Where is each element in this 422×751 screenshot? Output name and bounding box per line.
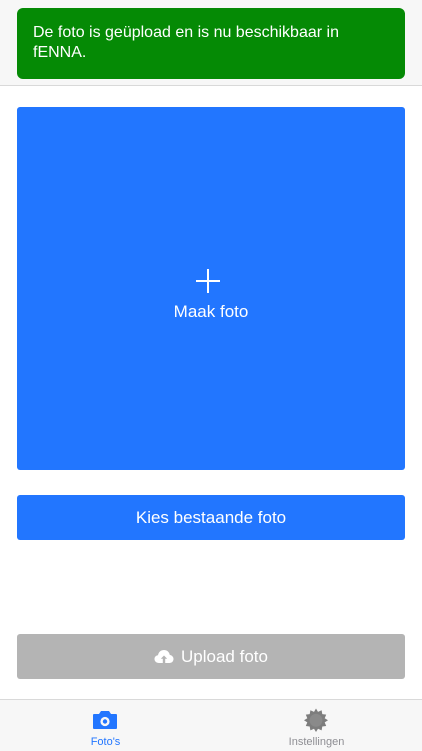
toast-message: De foto is geüpload en is nu beschikbaar… [33,24,339,61]
choose-existing-photo-label: Kies bestaande foto [135,507,287,527]
take-photo-label: Maak foto [173,302,249,321]
camera-icon [93,711,117,729]
tab-photos[interactable]: Foto's [0,700,211,751]
tab-settings[interactable]: Instellingen [211,700,422,751]
tab-settings-label: Instellingen [288,736,345,748]
tab-photos-label: Foto's [90,736,121,748]
upload-photo-button[interactable]: Upload foto [17,634,405,679]
upload-success-toast: De foto is geüpload en is nu beschikbaar… [17,8,405,79]
upload-photo-label: Upload foto [181,646,268,666]
tab-bar: Foto's Instellingen [0,699,422,751]
choose-existing-photo-button[interactable]: Kies bestaande foto [17,495,405,540]
gear-icon [304,708,328,732]
cloud-upload-icon [154,649,174,663]
plus-icon [196,269,220,293]
